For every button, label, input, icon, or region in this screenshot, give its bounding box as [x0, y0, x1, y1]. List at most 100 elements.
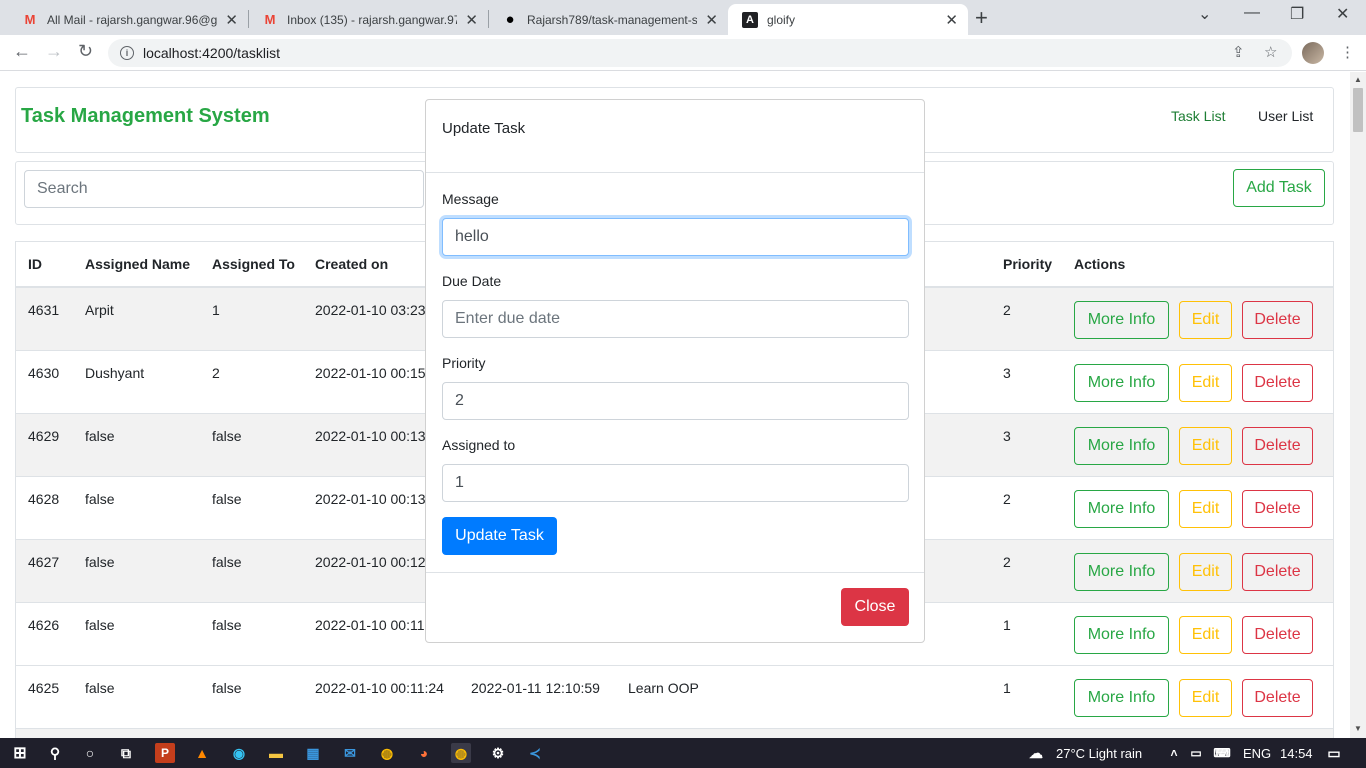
assigned-to-input[interactable] — [442, 464, 909, 502]
message-input[interactable] — [442, 218, 909, 256]
search-input[interactable] — [24, 170, 424, 208]
forward-icon[interactable]: → — [45, 41, 63, 62]
close-tab-icon[interactable]: ✕ — [465, 11, 478, 29]
edit-button[interactable]: Edit — [1179, 301, 1232, 339]
cell-created-on: 2022-01-10 00:15: — [315, 365, 430, 381]
delete-button[interactable]: Delete — [1242, 490, 1313, 528]
cell-assigned-to: false — [212, 617, 242, 633]
cell-priority: 3 — [1003, 428, 1011, 444]
modal-footer-divider — [426, 572, 924, 573]
cell-created-on: 2022-01-10 00:13: — [315, 491, 430, 507]
cell-priority: 2 — [1003, 302, 1011, 318]
app-brand[interactable]: Task Management System — [21, 105, 270, 128]
powerpoint-icon[interactable]: P — [155, 743, 175, 763]
network-icon[interactable]: ▭ — [1186, 743, 1206, 763]
browser-menu-icon[interactable]: ⋮ — [1340, 43, 1355, 61]
weather-text[interactable]: 27°C Light rain — [1056, 746, 1142, 761]
minimize-icon[interactable]: — — [1244, 4, 1260, 22]
new-tab-icon[interactable]: + — [975, 5, 988, 31]
update-task-modal: Update Task Message Due Date Priority As… — [425, 99, 925, 643]
nav-user-list[interactable]: User List — [1258, 108, 1313, 124]
scroll-up-icon[interactable]: ▲ — [1354, 75, 1362, 84]
page-scrollbar[interactable]: ▲ ▼ — [1350, 72, 1366, 738]
url-field[interactable]: i localhost:4200/tasklist — [108, 39, 1292, 67]
scrollbar-thumb[interactable] — [1353, 88, 1363, 132]
edit-button[interactable]: Edit — [1179, 427, 1232, 465]
more-info-button[interactable]: More Info — [1074, 616, 1169, 654]
message-label: Message — [442, 191, 499, 207]
close-tab-icon[interactable]: ✕ — [225, 11, 238, 29]
delete-button[interactable]: Delete — [1242, 553, 1313, 591]
more-info-button[interactable]: More Info — [1074, 553, 1169, 591]
delete-button[interactable]: Delete — [1242, 364, 1313, 402]
share-icon[interactable]: ⇪ — [1232, 43, 1245, 61]
edit-button[interactable]: Edit — [1179, 679, 1232, 717]
chrome-active-icon[interactable]: ◍ — [451, 743, 471, 763]
site-info-icon[interactable]: i — [120, 46, 134, 60]
edge-icon[interactable]: ◉ — [229, 743, 249, 763]
delete-button[interactable]: Delete — [1242, 616, 1313, 654]
back-icon[interactable]: ← — [13, 41, 31, 62]
modal-title: Update Task — [442, 120, 526, 137]
weather-cloud-icon[interactable]: ☁ — [1026, 743, 1046, 763]
task-view-icon[interactable]: ⧉ — [116, 743, 136, 763]
edit-button[interactable]: Edit — [1179, 616, 1232, 654]
scroll-down-icon[interactable]: ▼ — [1354, 724, 1362, 733]
more-info-button[interactable]: More Info — [1074, 679, 1169, 717]
edit-button[interactable]: Edit — [1179, 553, 1232, 591]
reload-icon[interactable]: ↻ — [78, 41, 93, 62]
priority-input[interactable] — [442, 382, 909, 420]
cell-assigned-to: 1 — [212, 302, 220, 318]
chrome-icon[interactable]: ◍ — [377, 743, 397, 763]
firefox-icon[interactable]: ◕ — [414, 743, 434, 763]
keyboard-icon[interactable]: ⌨ — [1212, 743, 1232, 763]
vlc-icon[interactable]: ▲ — [192, 743, 212, 763]
browser-tab-all-mail[interactable]: M All Mail - rajarsh.gangwar.96@gm ✕ — [8, 4, 248, 35]
search-icon[interactable]: ⚲ — [45, 743, 65, 763]
cell-assigned-to: 2 — [212, 365, 220, 381]
language-indicator[interactable]: ENG — [1243, 746, 1271, 761]
close-tab-icon[interactable]: ✕ — [945, 11, 958, 29]
tab-search-chevron-icon[interactable]: ⌄ — [1198, 4, 1211, 24]
store-icon[interactable]: ▦ — [303, 743, 323, 763]
browser-tab-gloify[interactable]: A gloify ✕ — [728, 4, 968, 35]
profile-avatar[interactable] — [1302, 42, 1324, 64]
cell-created-on: 2022-01-10 00:13: — [315, 428, 430, 444]
add-task-button[interactable]: Add Task — [1233, 169, 1325, 207]
delete-button[interactable]: Delete — [1242, 679, 1313, 717]
cell-assigned-name: false — [85, 491, 115, 507]
close-button[interactable]: Close — [841, 588, 909, 626]
browser-tab-inbox[interactable]: M Inbox (135) - rajarsh.gangwar.97@ ✕ — [248, 4, 488, 35]
cell-assigned-name: false — [85, 428, 115, 444]
edit-button[interactable]: Edit — [1179, 364, 1232, 402]
column-header-actions: Actions — [1074, 256, 1126, 272]
more-info-button[interactable]: More Info — [1074, 364, 1169, 402]
file-explorer-icon[interactable]: ▬ — [266, 743, 286, 763]
restore-icon[interactable]: ❐ — [1290, 4, 1304, 24]
bookmark-star-icon[interactable]: ☆ — [1264, 43, 1277, 61]
vscode-icon[interactable]: ≺ — [525, 743, 545, 763]
cortana-icon[interactable]: ○ — [80, 743, 100, 763]
update-task-button[interactable]: Update Task — [442, 517, 557, 555]
notifications-icon[interactable]: ▭ — [1324, 743, 1344, 763]
delete-button[interactable]: Delete — [1242, 427, 1313, 465]
due-date-input[interactable] — [442, 300, 909, 338]
github-icon: ● — [505, 11, 515, 28]
settings-gear-icon[interactable]: ⚙ — [488, 743, 508, 763]
edit-button[interactable]: Edit — [1179, 490, 1232, 528]
tray-chevron-icon[interactable]: ˄ — [1164, 743, 1184, 763]
close-tab-icon[interactable]: ✕ — [705, 11, 718, 29]
cell-priority: 2 — [1003, 491, 1011, 507]
windows-start-icon[interactable]: ⊞ — [10, 743, 30, 763]
cell-assigned-to: false — [212, 428, 242, 444]
cell-created-on: 2022-01-10 00:11: — [315, 617, 429, 633]
more-info-button[interactable]: More Info — [1074, 427, 1169, 465]
nav-task-list[interactable]: Task List — [1171, 108, 1225, 124]
clock[interactable]: 14:54 — [1280, 746, 1313, 761]
more-info-button[interactable]: More Info — [1074, 301, 1169, 339]
mail-icon[interactable]: ✉ — [340, 743, 360, 763]
browser-tab-github[interactable]: ● Rajarsh789/task-management-sy ✕ — [488, 4, 728, 35]
window-close-icon[interactable]: ✕ — [1336, 4, 1349, 24]
delete-button[interactable]: Delete — [1242, 301, 1313, 339]
more-info-button[interactable]: More Info — [1074, 490, 1169, 528]
